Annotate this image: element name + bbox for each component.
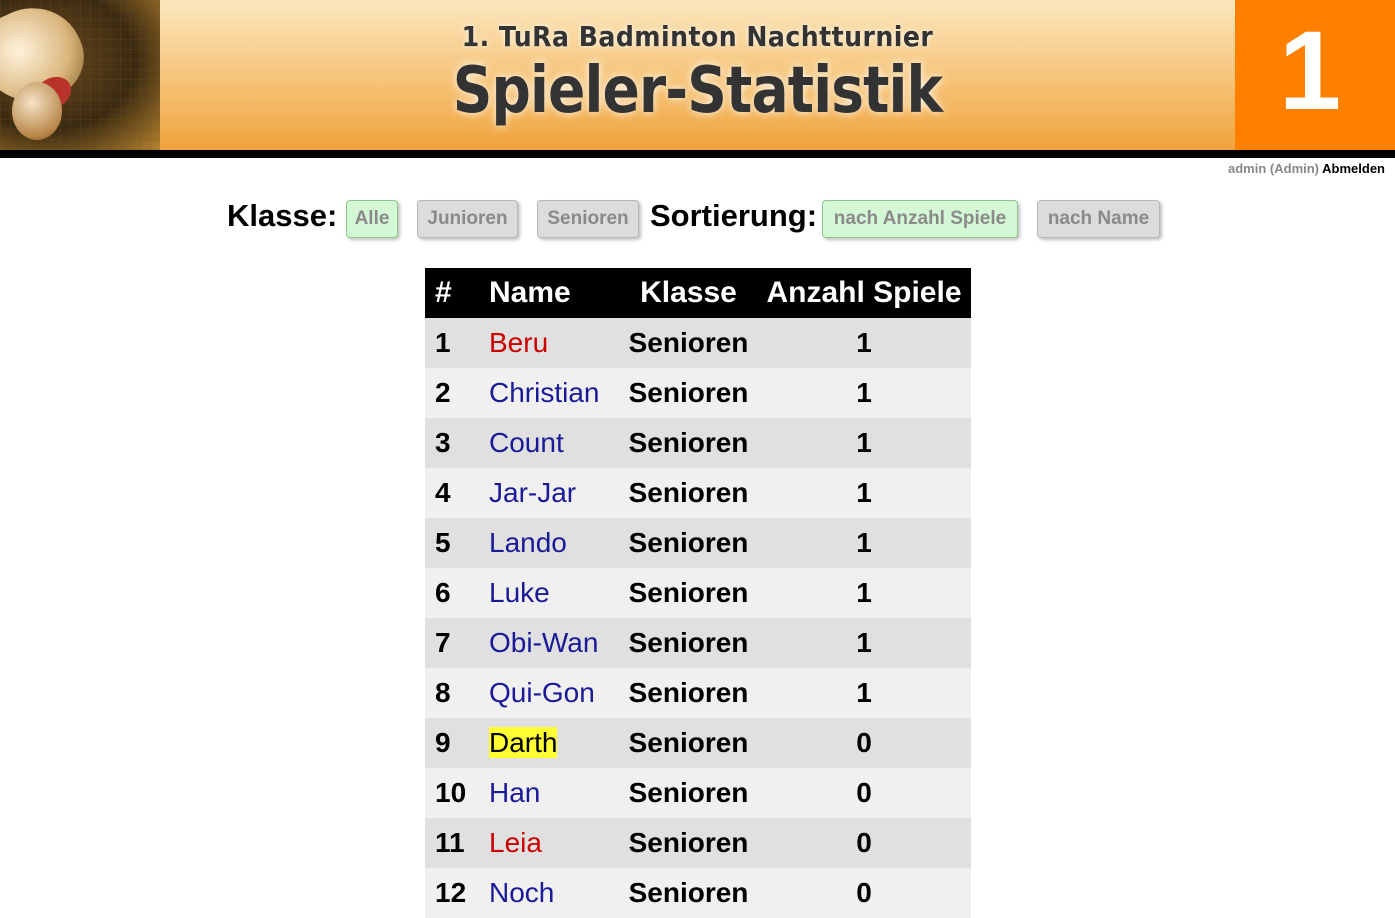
table-row: 4 Jar-Jar Senioren 1 <box>425 468 971 518</box>
tournament-title: 1. TuRa Badminton Nachtturnier <box>461 20 934 53</box>
rank-cell: 12 <box>425 868 489 918</box>
shuttlecock-image <box>0 0 160 150</box>
rank-cell: 9 <box>425 718 489 768</box>
player-name-cell: Jar-Jar <box>489 468 620 518</box>
player-name-cell: Christian <box>489 368 620 418</box>
player-name-link[interactable]: Christian <box>489 377 599 408</box>
class-cell: Senioren <box>620 768 757 818</box>
player-name-link[interactable]: Jar-Jar <box>489 477 576 508</box>
class-button-all[interactable]: Alle <box>346 200 398 238</box>
player-name-link[interactable]: Luke <box>489 577 550 608</box>
rank-cell: 7 <box>425 618 489 668</box>
rank-cell: 2 <box>425 368 489 418</box>
games-count-cell: 1 <box>757 618 971 668</box>
table-row: 6 Luke Senioren 1 <box>425 568 971 618</box>
player-name-link[interactable]: Obi-Wan <box>489 627 598 658</box>
page-title: Spieler-Statistik <box>452 54 943 128</box>
column-header-name[interactable]: Name <box>489 268 620 318</box>
table-row: 12 Noch Senioren 0 <box>425 868 971 918</box>
rank-cell: 10 <box>425 768 489 818</box>
sort-button-games[interactable]: nach Anzahl Spiele <box>822 200 1018 238</box>
table-header-row: # Name Klasse Anzahl Spiele <box>425 268 971 318</box>
rank-cell: 5 <box>425 518 489 568</box>
player-name-cell: Qui-Gon <box>489 668 620 718</box>
games-count-cell: 0 <box>757 768 971 818</box>
table-row: 10 Han Senioren 0 <box>425 768 971 818</box>
games-count-cell: 0 <box>757 868 971 918</box>
class-cell: Senioren <box>620 318 757 368</box>
rank-cell: 11 <box>425 818 489 868</box>
class-cell: Senioren <box>620 368 757 418</box>
player-name-link[interactable]: Darth <box>489 727 558 758</box>
games-count-cell: 1 <box>757 668 971 718</box>
player-name-link[interactable]: Han <box>489 777 540 808</box>
games-count-cell: 1 <box>757 468 971 518</box>
shuttlecock-cork <box>12 82 62 140</box>
games-count-cell: 1 <box>757 568 971 618</box>
table-row: 9 Darth Senioren 0 <box>425 718 971 768</box>
player-name-cell: Lando <box>489 518 620 568</box>
games-count-cell: 1 <box>757 318 971 368</box>
user-bar: admin (Admin) Abmelden <box>1228 161 1385 176</box>
class-cell: Senioren <box>620 868 757 918</box>
class-cell: Senioren <box>620 568 757 618</box>
logout-link[interactable]: Abmelden <box>1322 161 1385 176</box>
class-cell: Senioren <box>620 418 757 468</box>
class-button-senioren[interactable]: Senioren <box>537 200 639 238</box>
games-count-cell: 1 <box>757 368 971 418</box>
rank-cell: 3 <box>425 418 489 468</box>
class-cell: Senioren <box>620 468 757 518</box>
round-indicator: 1 <box>1235 0 1395 150</box>
class-cell: Senioren <box>620 618 757 668</box>
class-cell: Senioren <box>620 668 757 718</box>
column-header-class[interactable]: Klasse <box>620 268 757 318</box>
player-name-cell: Noch <box>489 868 620 918</box>
round-number: 1 <box>1278 8 1342 133</box>
rank-cell: 4 <box>425 468 489 518</box>
player-name-cell: Leia <box>489 818 620 868</box>
player-name-link[interactable]: Qui-Gon <box>489 677 595 708</box>
player-name-cell: Luke <box>489 568 620 618</box>
header-banner: 1. TuRa Badminton Nachtturnier Spieler-S… <box>0 0 1395 150</box>
games-count-cell: 1 <box>757 518 971 568</box>
player-name-link[interactable]: Count <box>489 427 564 458</box>
player-name-cell: Darth <box>489 718 620 768</box>
table-row: 5 Lando Senioren 1 <box>425 518 971 568</box>
player-name-cell: Obi-Wan <box>489 618 620 668</box>
player-name-link[interactable]: Beru <box>489 327 548 358</box>
class-button-junioren[interactable]: Junioren <box>417 200 518 238</box>
sort-label: Sortierung: <box>650 198 818 233</box>
table-row: 7 Obi-Wan Senioren 1 <box>425 618 971 668</box>
table-row: 2 Christian Senioren 1 <box>425 368 971 418</box>
column-header-games[interactable]: Anzahl Spiele <box>757 268 971 318</box>
player-name-cell: Han <box>489 768 620 818</box>
class-cell: Senioren <box>620 718 757 768</box>
sort-button-name[interactable]: nach Name <box>1037 200 1160 238</box>
player-name-link[interactable]: Lando <box>489 527 567 558</box>
table-row: 1 Beru Senioren 1 <box>425 318 971 368</box>
player-name-cell: Count <box>489 418 620 468</box>
player-name-cell: Beru <box>489 318 620 368</box>
class-cell: Senioren <box>620 518 757 568</box>
current-user: admin (Admin) <box>1228 161 1320 176</box>
class-filter-label: Klasse: <box>227 198 338 233</box>
games-count-cell: 0 <box>757 718 971 768</box>
rank-cell: 8 <box>425 668 489 718</box>
table-row: 3 Count Senioren 1 <box>425 418 971 468</box>
table-row: 8 Qui-Gon Senioren 1 <box>425 668 971 718</box>
player-stats-table: # Name Klasse Anzahl Spiele 1 Beru Seniore… <box>425 268 971 918</box>
games-count-cell: 1 <box>757 418 971 468</box>
table-row: 11 Leia Senioren 0 <box>425 818 971 868</box>
games-count-cell: 0 <box>757 818 971 868</box>
column-header-rank[interactable]: # <box>425 268 489 318</box>
rank-cell: 6 <box>425 568 489 618</box>
player-name-link[interactable]: Leia <box>489 827 542 858</box>
class-cell: Senioren <box>620 818 757 868</box>
header-divider <box>0 150 1395 158</box>
player-name-link[interactable]: Noch <box>489 877 554 908</box>
rank-cell: 1 <box>425 318 489 368</box>
